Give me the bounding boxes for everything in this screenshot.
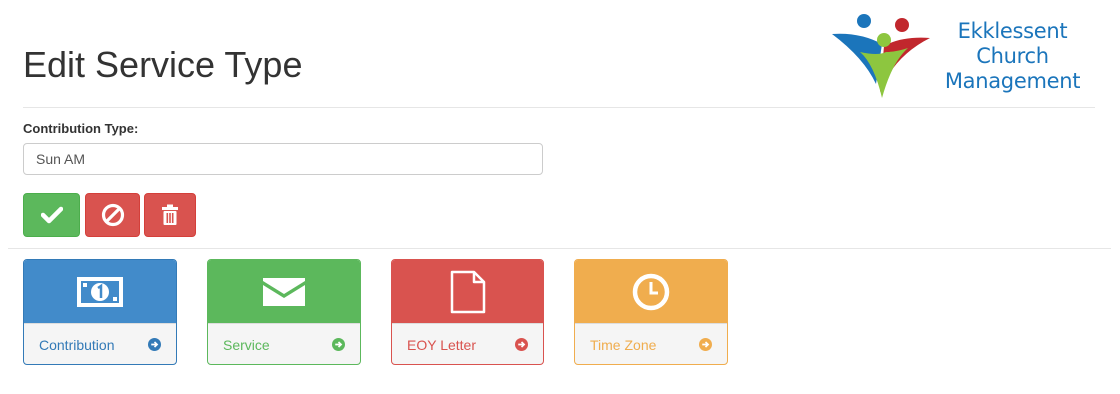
logo-people-icon <box>832 14 930 98</box>
arrow-circle-right-icon <box>699 338 712 351</box>
arrow-circle-right-icon <box>515 338 528 351</box>
contribution-type-label: Contribution Type: <box>23 121 139 136</box>
logo-line-2: Church <box>976 44 1049 68</box>
contribution-tile-footer: Contribution <box>24 323 176 364</box>
cancel-button[interactable] <box>85 193 140 237</box>
eoy-letter-tile-footer: EOY Letter <box>392 323 543 364</box>
service-tile-header <box>208 260 360 323</box>
arrow-circle-right-icon <box>332 338 345 351</box>
check-icon <box>40 206 63 224</box>
logo-line-1: Ekklessent <box>957 19 1068 43</box>
eoy-letter-tile-header <box>392 260 543 323</box>
file-icon <box>450 270 485 313</box>
money-icon <box>77 276 123 307</box>
contribution-type-input[interactable] <box>23 143 543 175</box>
service-tile-label: Service <box>223 336 270 353</box>
trash-icon <box>162 204 178 225</box>
time-zone-tile-footer: Time Zone <box>575 323 727 364</box>
page-title: Edit Service Type <box>23 44 303 85</box>
save-button[interactable] <box>23 193 80 237</box>
header-divider <box>23 107 1095 108</box>
contribution-tile-label: Contribution <box>39 336 115 353</box>
contribution-tile[interactable]: Contribution <box>23 259 177 365</box>
ban-icon <box>101 203 124 227</box>
logo-line-3: Management <box>944 69 1081 93</box>
logo-text: Ekklessent Church Management <box>935 19 1090 94</box>
time-zone-tile-header <box>575 260 727 323</box>
delete-button[interactable] <box>144 193 196 237</box>
service-tile-footer: Service <box>208 323 360 364</box>
eoy-letter-tile[interactable]: EOY Letter <box>391 259 544 365</box>
arrow-circle-right-icon <box>148 338 161 351</box>
clock-icon <box>632 273 670 310</box>
time-zone-tile-label: Time Zone <box>590 336 657 353</box>
eoy-letter-tile-label: EOY Letter <box>407 336 477 353</box>
contribution-tile-header <box>24 260 176 323</box>
service-tile[interactable]: Service <box>207 259 361 365</box>
logo: Ekklessent Church Management <box>830 12 1090 100</box>
envelope-icon <box>263 277 305 306</box>
time-zone-tile[interactable]: Time Zone <box>574 259 728 365</box>
section-divider <box>8 248 1111 249</box>
